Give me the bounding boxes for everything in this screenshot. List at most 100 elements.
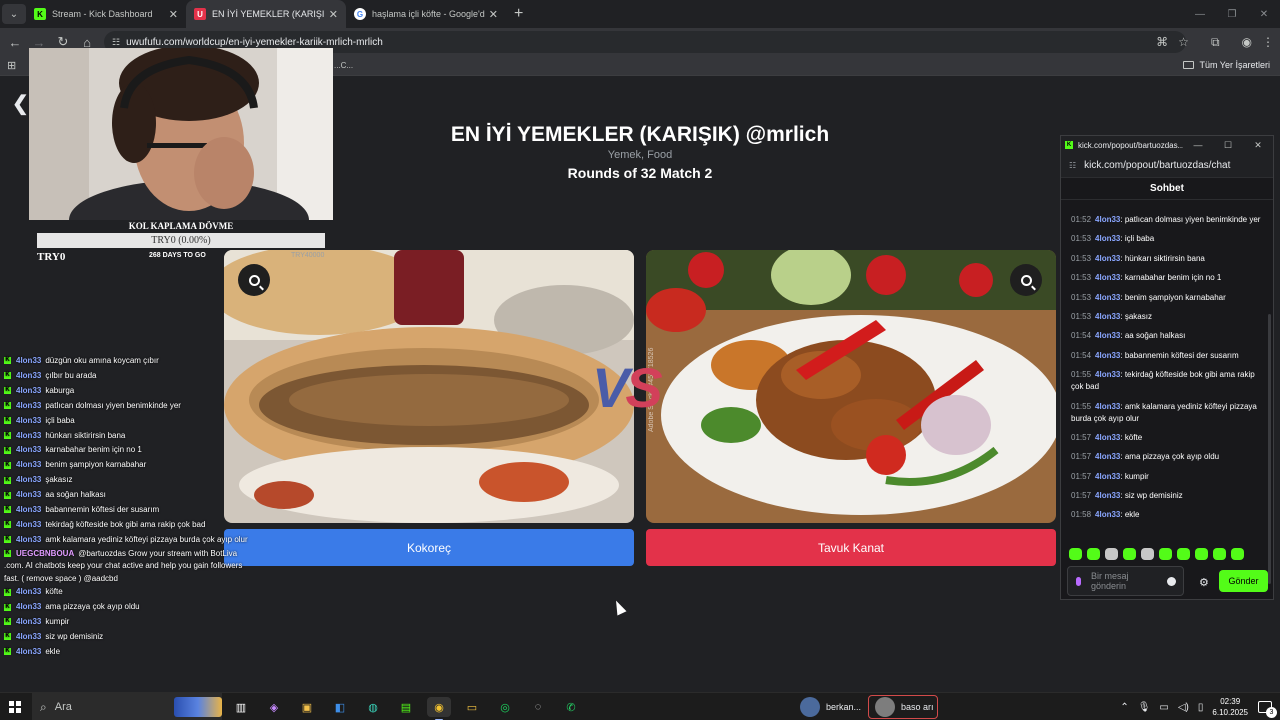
chat-scrollbar[interactable] <box>1268 314 1271 584</box>
clock[interactable]: 02:39 6.10.2025 <box>1212 696 1248 718</box>
profile-icon[interactable]: ◉ <box>1242 35 1252 49</box>
back-arrow-icon[interactable]: ❮ <box>12 91 29 116</box>
taskbar-window-preview-1[interactable]: berkan... <box>794 695 864 719</box>
minimize-icon[interactable]: — <box>1184 9 1216 20</box>
close-tab-icon[interactable]: ✕ <box>489 8 498 21</box>
chat-text: babannemin köftesi der susarım <box>45 505 160 515</box>
chat-message: 01:57 4lon33: ama pizzaya çok ayıp oldu <box>1071 451 1267 463</box>
chat-username[interactable]: 4lon33 <box>1095 472 1120 481</box>
emote-icon[interactable] <box>1231 548 1244 560</box>
chat-username[interactable]: 4lon33 <box>1095 452 1120 461</box>
store-icon[interactable]: ▣ <box>295 697 319 717</box>
choose-right-button[interactable]: Tavuk Kanat <box>646 529 1056 566</box>
chat-message-input[interactable]: Bir mesaj gönderin <box>1067 566 1184 596</box>
taskbar-window-preview-2[interactable]: baso arı <box>868 695 938 719</box>
maximize-icon[interactable]: ❐ <box>1216 9 1248 20</box>
notification-icon[interactable]: 3 <box>1258 701 1277 718</box>
chat-username[interactable]: 4lon33 <box>1095 215 1120 224</box>
kick-badge-icon: K <box>4 536 11 544</box>
outlook-icon[interactable]: ◧ <box>328 697 352 717</box>
tab-search-chevron-icon[interactable]: ⌄ <box>2 4 26 24</box>
close-window-icon[interactable]: ✕ <box>1243 140 1273 151</box>
chat-username[interactable]: 4lon33 <box>1095 254 1120 263</box>
left-candidate-image[interactable] <box>224 250 634 523</box>
windows-start-icon[interactable] <box>9 701 21 713</box>
tab-uwufufu[interactable]: U EN İYİ YEMEKLER (KARIŞIK) @mrlich ✕ <box>186 0 346 28</box>
copilot-icon[interactable]: ◈ <box>262 697 286 717</box>
site-info-icon[interactable]: ☷ <box>112 37 120 48</box>
battery-icon[interactable]: ▯ <box>1198 702 1204 713</box>
chevron-up-icon[interactable]: ⌃ <box>1120 702 1128 713</box>
gear-icon[interactable]: ⚙ <box>1199 576 1209 589</box>
microphone-icon[interactable]: 🎙 <box>1138 702 1151 713</box>
emote-icon[interactable] <box>1159 548 1172 560</box>
right-candidate-image[interactable]: Adobe Stock | #455718526 <box>646 250 1056 523</box>
chat-username[interactable]: 4lon33 <box>1095 351 1120 360</box>
zoom-left-button[interactable] <box>238 264 270 296</box>
maximize-icon[interactable]: ☐ <box>1213 140 1243 151</box>
close-tab-icon[interactable]: ✕ <box>329 8 338 21</box>
new-tab-button[interactable]: + <box>514 5 523 23</box>
chat-username[interactable]: 4lon33 <box>1095 312 1120 321</box>
chat-username[interactable]: 4lon33 <box>1095 433 1120 442</box>
minimize-icon[interactable]: — <box>1183 140 1213 150</box>
emote-icon[interactable] <box>1213 548 1226 560</box>
chat-username[interactable]: 4lon33 <box>1095 491 1120 500</box>
emote-icon[interactable] <box>1069 548 1082 560</box>
close-window-icon[interactable]: ✕ <box>1248 9 1280 20</box>
emoji-icon[interactable] <box>1167 577 1176 586</box>
overlay-chat-row: K 4lon33 çılbır bu arada <box>4 369 259 384</box>
overlay-chat-row: K 4lon33 köfte <box>4 585 259 600</box>
chat-message: 01:55 4lon33: amk kalamara yediniz köftey… <box>1071 401 1267 425</box>
emote-icon[interactable] <box>1105 548 1118 560</box>
zoom-right-button[interactable] <box>1010 264 1042 296</box>
kick-badge-icon: K <box>4 633 11 641</box>
task-view-icon[interactable]: ▥ <box>229 697 253 717</box>
network-icon[interactable]: ▭ <box>1159 702 1168 713</box>
back-icon[interactable]: ← <box>3 35 27 50</box>
file-explorer-icon[interactable]: ▭ <box>460 697 484 717</box>
microphone-icon[interactable] <box>1076 576 1081 586</box>
edge-icon[interactable]: ◍ <box>361 697 385 717</box>
tab-kick-dashboard[interactable]: K Stream - Kick Dashboard ✕ <box>26 0 186 28</box>
chat-message-list: 01:52 4lon33: patlıcan dolması yiyen beni… <box>1071 214 1267 529</box>
chat-username[interactable]: 4lon33 <box>1095 273 1120 282</box>
chrome-icon[interactable]: ◉ <box>427 697 451 720</box>
kick-badge-icon: K <box>4 446 11 454</box>
chat-username[interactable]: 4lon33 <box>1095 402 1120 411</box>
emote-icon[interactable] <box>1123 548 1136 560</box>
send-button[interactable]: Gönder <box>1219 570 1268 592</box>
bookmark-star-icon[interactable]: ☆ <box>1178 35 1189 49</box>
chat-username[interactable]: 4lon33 <box>1095 331 1120 340</box>
volume-icon[interactable]: ◁) <box>1178 702 1189 713</box>
search-highlight-image[interactable] <box>174 697 222 717</box>
kick-icon: K <box>1065 141 1073 149</box>
kick-badge-icon: K <box>4 550 11 558</box>
whatsapp-icon[interactable]: ✆ <box>559 697 583 717</box>
menu-icon[interactable]: ⋮ <box>1262 35 1274 49</box>
translate-icon[interactable]: ⌘ <box>1156 35 1168 49</box>
magnifier-icon <box>1020 274 1032 286</box>
choose-left-button[interactable]: Kokoreç <box>224 529 634 566</box>
kick-app-icon[interactable]: ▤ <box>394 697 418 717</box>
popout-url-bar[interactable]: ☷ kick.com/popout/bartuozdas/chat <box>1061 154 1273 178</box>
spotify-icon[interactable]: ◎ <box>493 697 517 717</box>
chat-username[interactable]: 4lon33 <box>1095 293 1120 302</box>
tab-google-search[interactable]: G haşlama içli köfte - Google'da Ara ✕ <box>346 0 506 28</box>
apps-grid-icon[interactable]: ⊞ <box>7 59 16 72</box>
emote-icon[interactable] <box>1195 548 1208 560</box>
bookmark-item[interactable]: ...C... <box>334 61 353 70</box>
chat-username[interactable]: 4lon33 <box>1095 234 1120 243</box>
all-bookmarks-button[interactable]: Tüm Yer İşaretleri <box>1183 60 1270 70</box>
emote-icon[interactable] <box>1087 548 1100 560</box>
obs-icon[interactable]: ◌ <box>526 697 550 717</box>
emote-icon[interactable] <box>1141 548 1154 560</box>
emote-icon[interactable] <box>1177 548 1190 560</box>
extensions-icon[interactable]: ⧉ <box>1211 35 1220 50</box>
chat-username[interactable]: 4lon33 <box>1095 370 1120 379</box>
site-info-icon[interactable]: ☷ <box>1069 161 1076 170</box>
chat-username[interactable]: 4lon33 <box>1095 510 1120 519</box>
close-tab-icon[interactable]: ✕ <box>169 8 178 21</box>
popout-title: kick.com/popout/bartuozdas... <box>1078 140 1183 150</box>
category-tags: Yemek, Food <box>607 149 673 161</box>
